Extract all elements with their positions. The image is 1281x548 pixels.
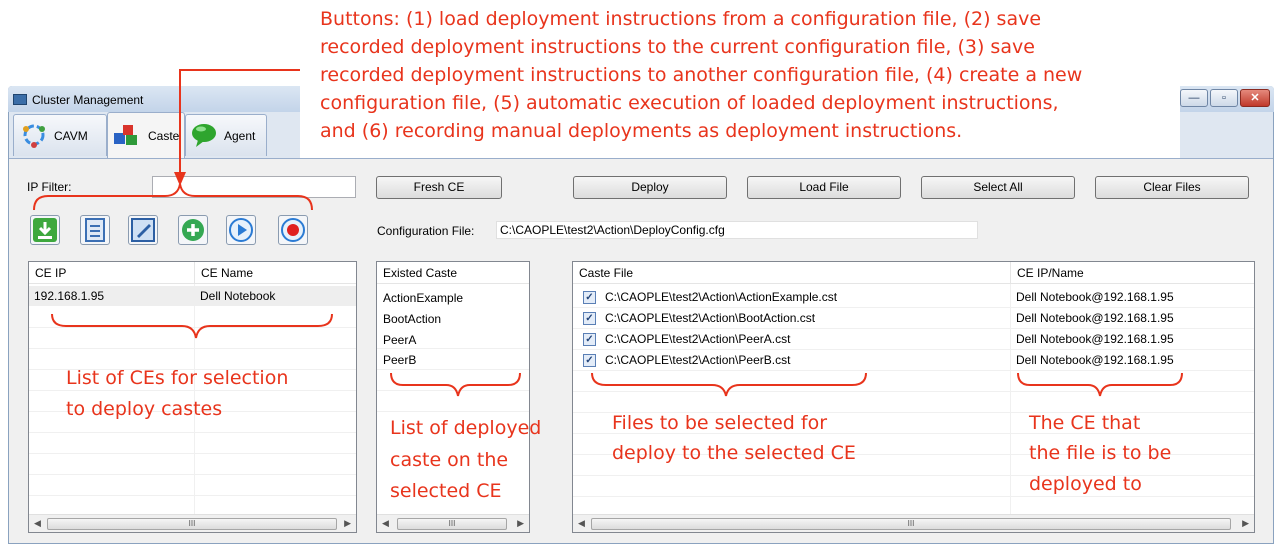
ce-target-annotation: the file is to be bbox=[1029, 442, 1172, 464]
caste-list-annotation: selected CE bbox=[390, 480, 502, 502]
files-annotation: Files to be selected for bbox=[612, 412, 828, 434]
files-brace bbox=[591, 372, 867, 397]
caste-list-annotation: caste on the bbox=[390, 449, 509, 471]
ce-target-brace bbox=[1017, 372, 1183, 397]
files-annotation: deploy to the selected CE bbox=[612, 442, 856, 464]
caste-list-annotation: List of deployed bbox=[390, 417, 542, 439]
ce-list-brace bbox=[51, 313, 333, 339]
ce-target-annotation: The CE that bbox=[1029, 412, 1141, 434]
callout-arrow bbox=[179, 69, 300, 180]
ce-list-annotation: List of CEs for selection bbox=[66, 367, 289, 389]
toolbar-brace bbox=[33, 183, 313, 211]
caste-list-brace bbox=[390, 372, 521, 397]
ce-list-annotation: to deploy castes bbox=[66, 398, 223, 420]
ce-target-annotation: deployed to bbox=[1029, 473, 1142, 495]
